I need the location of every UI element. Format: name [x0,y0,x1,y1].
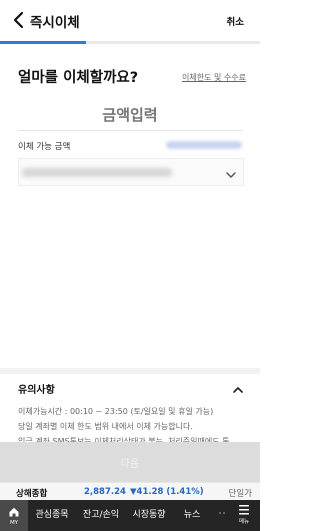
nav-menu[interactable]: 메뉴 [232,500,256,531]
available-amount-label: 이체 가능 금액 [18,142,71,152]
section-divider [0,368,260,374]
account-number-redacted [22,168,172,177]
account-select[interactable] [18,158,244,186]
chevron-up-icon[interactable] [232,381,244,393]
nav-menu-label: 메뉴 [238,519,250,525]
nav-home[interactable]: MY [0,500,28,531]
ticker-index-value: 2,887.24 [84,487,126,497]
hamburger-menu-icon [239,505,249,515]
nav-news[interactable]: 뉴스 [172,500,212,531]
available-amount-value-redacted [166,141,242,149]
back-arrow-icon[interactable] [10,10,30,30]
ticker-index-name: 상해종합 [16,489,48,499]
ticker-session-label: 단일가 [228,489,252,499]
amount-input[interactable] [18,100,242,130]
amount-question: 얼마를 이체할까요? [18,70,139,86]
notice-line: 이체가능시간 : 00:10 ~ 23:50 (토/일요일 및 휴일 가능) [18,407,214,416]
bottom-nav: MY 관심종목 잔고/손익 시장동향 뉴스 메뉴 [0,500,260,531]
nav-market-trend[interactable]: 시장동향 [126,500,172,531]
nav-home-label: MY [9,520,19,526]
transfer-limit-fee-link[interactable]: 이체한도 및 수수료 [182,72,246,83]
next-button[interactable]: 다음 [0,442,260,482]
page-title: 즉시이체 [30,15,80,31]
notice-line: 당일 계좌별 이체 한도 범위 내에서 이체 가능합니다. [18,422,193,431]
nav-watchlist[interactable]: 관심종목 [28,500,76,531]
header-bar: 즉시이체 취소 [0,0,260,40]
cancel-button[interactable]: 취소 [227,14,244,28]
ticker-index-change: ▼41.28 (1.41%) [130,487,204,497]
step-progress-bar [0,41,260,44]
home-icon [9,507,19,517]
nav-balance-pnl[interactable]: 잔고/손익 [76,500,126,531]
notice-title: 유의사항 [18,385,55,396]
amount-input-underline [18,130,242,131]
dots-icon [219,512,225,514]
market-ticker[interactable]: 상해종합 2,887.24 ▼41.28 (1.41%) 단일가 [0,482,260,500]
step-progress-fill [0,41,86,44]
nav-separator-dots [212,500,232,531]
chevron-down-icon [225,166,237,178]
